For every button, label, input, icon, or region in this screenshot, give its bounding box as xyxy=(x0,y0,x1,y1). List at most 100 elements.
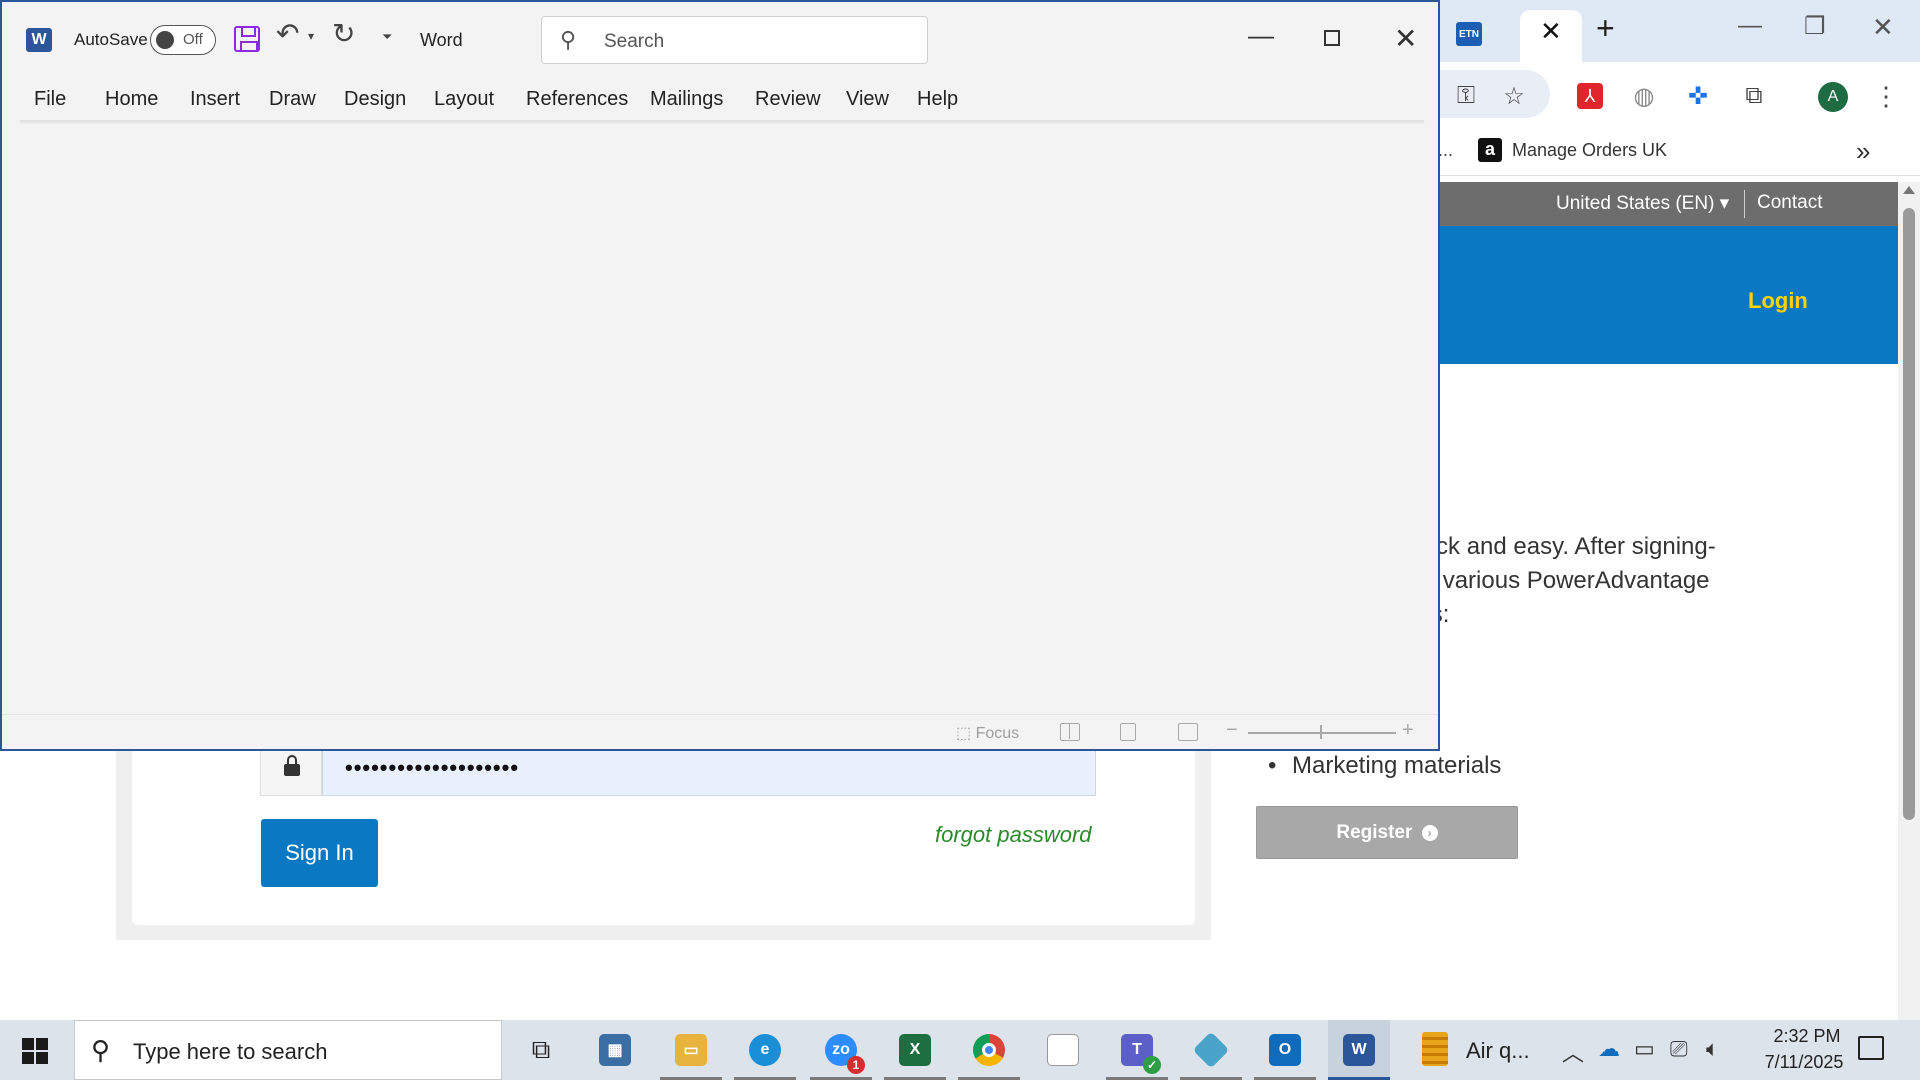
bookmark-manage-orders[interactable]: Manage Orders UK xyxy=(1512,140,1667,161)
autosave-toggle[interactable]: Off xyxy=(150,25,216,55)
clock-date[interactable]: 7/11/2025 xyxy=(1744,1052,1864,1073)
etn-favicon-icon: ETN xyxy=(1456,22,1482,46)
zoom-slider[interactable] xyxy=(1248,732,1396,734)
tab-file[interactable]: File xyxy=(34,88,66,111)
outlook-icon[interactable]: O xyxy=(1254,1020,1316,1080)
weather-icon[interactable] xyxy=(1422,1032,1448,1066)
customize-quick-access-icon[interactable]: ⏷ xyxy=(382,30,392,43)
app-diamond-icon[interactable] xyxy=(1180,1020,1242,1080)
chrome-minimize-button[interactable]: — xyxy=(1738,12,1762,40)
search-placeholder: Search xyxy=(604,31,665,52)
tab-view[interactable]: View xyxy=(846,88,889,111)
tab-mailings[interactable]: Mailings xyxy=(650,88,723,111)
profile-avatar[interactable]: A xyxy=(1818,82,1848,112)
bookmark-star-icon[interactable]: ☆ xyxy=(1500,82,1528,110)
topbar-divider xyxy=(1744,190,1745,218)
sign-in-button[interactable]: Sign In xyxy=(261,819,378,887)
word-close-button[interactable]: ✕ xyxy=(1394,22,1417,55)
battery-icon[interactable]: ▭ xyxy=(1634,1036,1655,1062)
acrobat-extension-icon[interactable]: ⅄ xyxy=(1576,82,1604,110)
register-button-label: Register xyxy=(1336,822,1413,843)
word-minimize-button[interactable]: — xyxy=(1248,20,1274,51)
tab-design[interactable]: Design xyxy=(344,88,406,111)
login-card: •••••••••••••••••••• Sign In forgot pass… xyxy=(132,740,1195,925)
undo-dropdown-icon[interactable]: ▾ xyxy=(308,30,314,42)
register-button[interactable]: Register › xyxy=(1256,806,1518,859)
word-search-box[interactable]: ⚲ Search xyxy=(541,16,928,64)
autosave-label: AutoSave xyxy=(74,30,148,49)
bookmark-truncated[interactable]: ... xyxy=(1438,140,1453,161)
bookmarks-overflow-icon[interactable]: » xyxy=(1856,136,1870,167)
tab-close-icon[interactable]: ✕ xyxy=(1540,18,1562,44)
chrome-restore-button[interactable]: ❐ xyxy=(1804,12,1826,41)
new-tab-button[interactable]: + xyxy=(1596,12,1615,44)
tray-overflow-chevron-icon[interactable]: ︿ xyxy=(1562,1036,1584,1068)
zoom-notification-badge: 1 xyxy=(847,1056,865,1074)
tab-draw[interactable]: Draw xyxy=(269,88,316,111)
scroll-thumb[interactable] xyxy=(1903,208,1915,820)
taskbar-search[interactable]: ⚲ Type here to search xyxy=(74,1020,502,1080)
print-layout-icon[interactable] xyxy=(1120,723,1136,741)
zoom-out-button[interactable]: − xyxy=(1226,719,1238,742)
read-mode-icon[interactable] xyxy=(1060,723,1080,741)
tab-review[interactable]: Review xyxy=(755,88,821,111)
search-icon: ⚲ xyxy=(560,27,577,52)
extensions-puzzle-icon[interactable]: ⧉ xyxy=(1740,82,1768,110)
tab-layout[interactable]: Layout xyxy=(434,88,494,111)
lock-icon xyxy=(284,755,300,777)
browser-tab-etn[interactable]: ETN xyxy=(1440,10,1520,62)
tab-home[interactable]: Home xyxy=(105,88,158,111)
forgot-password-link[interactable]: forgot password xyxy=(935,822,1092,848)
word-maximize-button[interactable] xyxy=(1324,30,1340,46)
task-view-icon[interactable]: ⧉ xyxy=(510,1020,572,1080)
ribbon-tab-bar: File Home Insert Draw Design Layout Refe… xyxy=(2,76,1438,120)
zoom-slider-thumb[interactable] xyxy=(1320,725,1322,739)
word-status-bar: ⬚ Focus − + xyxy=(2,714,1438,749)
clock-time[interactable]: 2:32 PM xyxy=(1752,1026,1862,1047)
save-icon[interactable] xyxy=(234,26,260,52)
chevron-right-icon: › xyxy=(1421,825,1438,841)
calculator-icon[interactable]: ▦ xyxy=(584,1020,646,1080)
notifications-icon[interactable] xyxy=(1858,1036,1884,1060)
extension-icon[interactable]: ✜ xyxy=(1684,82,1712,110)
network-icon[interactable]: ⎚ xyxy=(1670,1036,1688,1062)
ribbon-divider xyxy=(20,120,1424,122)
web-layout-icon[interactable] xyxy=(1178,723,1198,741)
edge-icon[interactable]: e xyxy=(734,1020,796,1080)
tab-references[interactable]: References xyxy=(526,88,628,111)
file-explorer-icon[interactable]: ▭ xyxy=(660,1020,722,1080)
volume-icon[interactable]: 🔈︎ xyxy=(1706,1036,1719,1062)
undo-icon[interactable]: ↶ xyxy=(276,20,299,48)
chrome-icon[interactable] xyxy=(958,1020,1020,1080)
password-key-icon[interactable]: ⚿ xyxy=(1452,82,1480,110)
app-title: Word xyxy=(420,30,463,50)
chrome-close-button[interactable]: ✕ xyxy=(1872,12,1894,43)
chrome-menu-icon[interactable]: ⋮ xyxy=(1872,81,1900,111)
zoom-in-button[interactable]: + xyxy=(1402,719,1414,742)
login-link[interactable]: Login xyxy=(1748,288,1808,314)
page-scrollbar[interactable] xyxy=(1898,182,1920,1020)
excel-icon[interactable]: X xyxy=(884,1020,946,1080)
tab-help[interactable]: Help xyxy=(917,88,958,111)
zoom-icon[interactable]: zo 1 xyxy=(810,1020,872,1080)
tab-insert[interactable]: Insert xyxy=(190,88,240,111)
teams-icon[interactable]: T ✓ xyxy=(1106,1020,1168,1080)
scroll-up-arrow-icon[interactable] xyxy=(1903,186,1915,194)
benefit-list-item: Marketing materials xyxy=(1268,752,1501,780)
focus-icon: ⬚ xyxy=(956,725,972,742)
notepad-icon[interactable] xyxy=(1032,1020,1094,1080)
focus-mode-button[interactable]: ⬚ Focus xyxy=(956,723,1019,743)
weather-widget[interactable]: Air q... xyxy=(1466,1038,1530,1064)
contact-link[interactable]: Contact xyxy=(1757,192,1822,214)
word-taskbar-icon[interactable]: W xyxy=(1328,1020,1390,1080)
word-logo-icon: W xyxy=(26,28,52,52)
windows-taskbar: ⚲ Type here to search ⧉ ▦ ▭ e zo 1 X T ✓ O… xyxy=(0,1020,1920,1080)
onedrive-icon[interactable]: ☁ xyxy=(1598,1036,1620,1062)
locale-selector[interactable]: United States (EN) ▾ xyxy=(1556,192,1729,215)
globe-extension-icon[interactable]: ◍ xyxy=(1630,82,1658,110)
redo-icon[interactable]: ↻ xyxy=(332,20,355,48)
taskbar-search-placeholder: Type here to search xyxy=(133,1039,328,1064)
windows-start-icon[interactable] xyxy=(22,1038,48,1064)
word-window: W AutoSave Off ↶ ▾ ↻ ⏷ Word ⚲ Search — ✕… xyxy=(0,0,1440,751)
browser-tab-active[interactable]: ✕ xyxy=(1520,10,1582,62)
